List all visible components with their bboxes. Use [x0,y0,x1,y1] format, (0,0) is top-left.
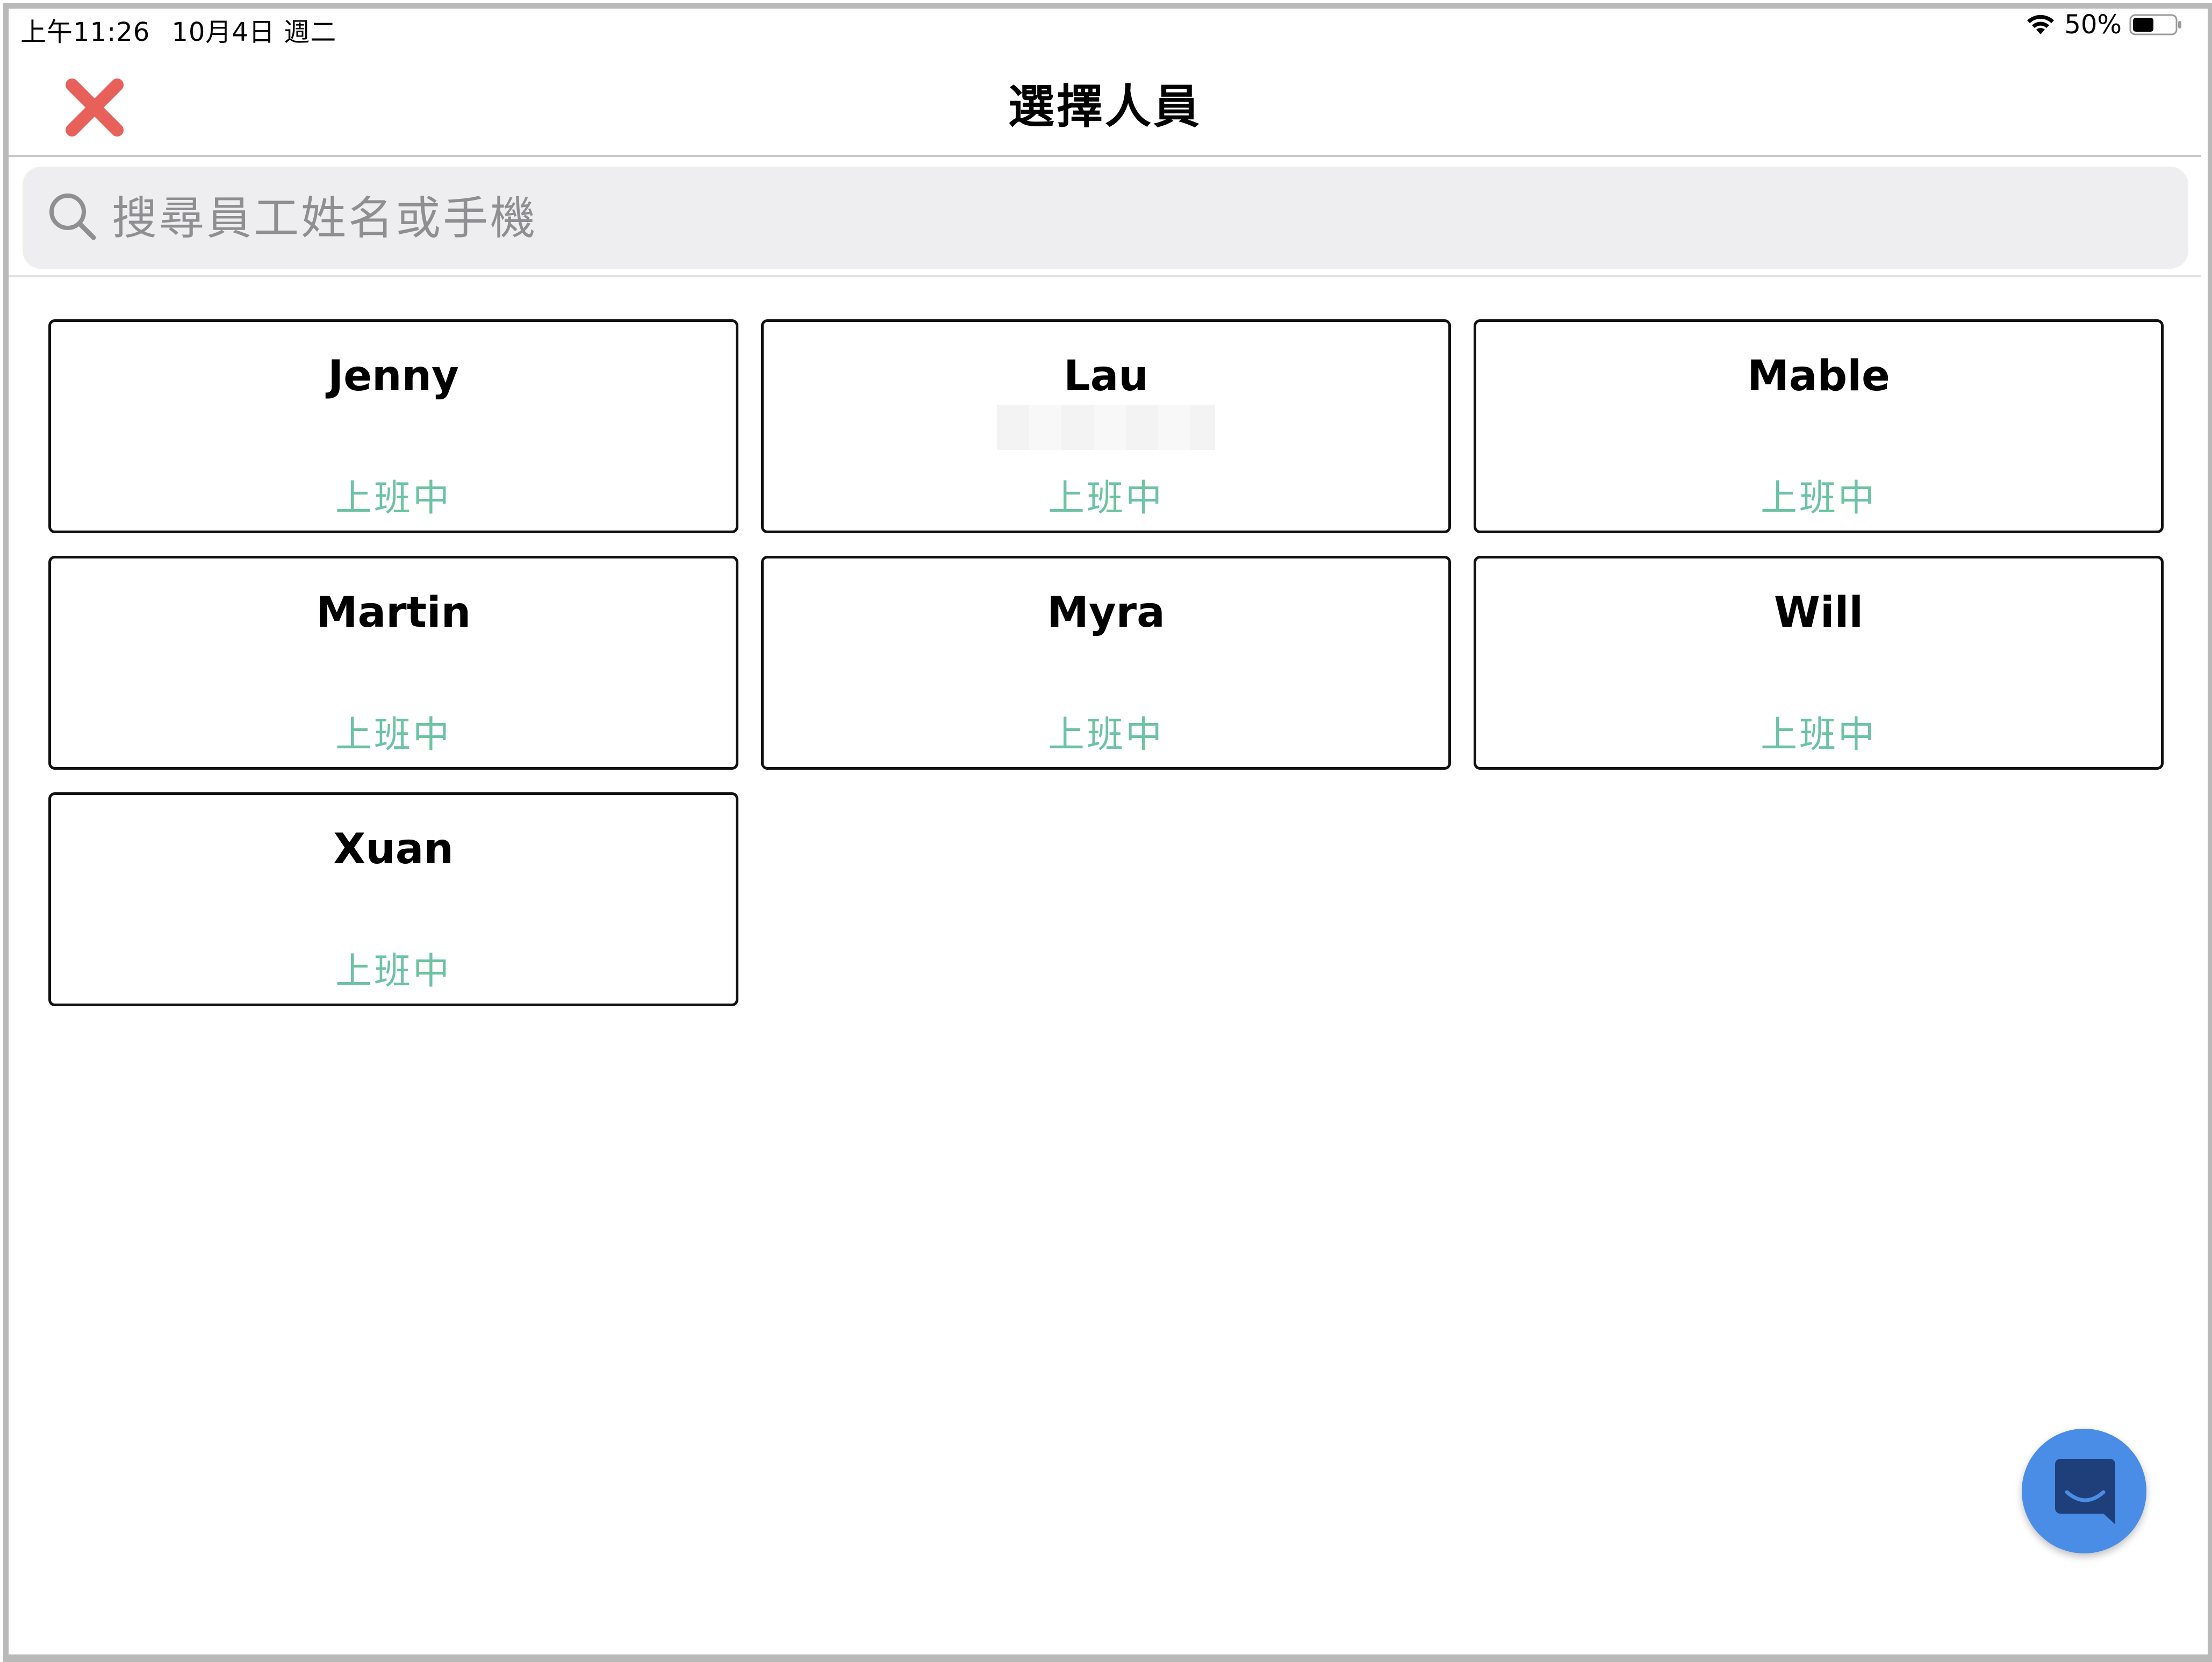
staff-status: 上班中 [1760,714,1877,756]
staff-status: 上班中 [1760,477,1877,520]
chat-icon [2055,1459,2115,1524]
wifi-icon [2027,15,2055,34]
chat-button[interactable] [2022,1429,2146,1553]
staff-card-myra[interactable]: Myra 上班中 [761,556,1451,770]
status-bar: 上午11:26 10月4日 週二 50% [15,6,2186,47]
staff-grid: Jenny 上班中 Lau 上班中 Mable 上班中 Martin 上班中 M… [48,319,2165,1006]
battery-percent: 50% [2064,10,2122,40]
nav-bar: 選擇人員 [9,44,2201,157]
battery-icon [2129,14,2181,35]
staff-name: Xuan [333,825,454,873]
search-bar [9,157,2201,277]
status-indicators: 50% [2024,10,2183,40]
staff-card-xuan[interactable]: Xuan 上班中 [48,792,738,1006]
search-box[interactable] [23,167,2188,269]
staff-status: 上班中 [335,950,451,993]
staff-name: Will [1773,589,1864,637]
staff-card-will[interactable]: Will 上班中 [1474,556,2164,770]
staff-card-mable[interactable]: Mable 上班中 [1474,319,2164,533]
staff-name: Lau [1064,352,1148,400]
search-input[interactable] [111,177,2166,259]
redacted-subtext [997,405,1215,450]
search-icon [49,194,96,240]
staff-status: 上班中 [1047,714,1164,756]
status-time: 上午11:26 [20,17,150,47]
staff-card-lau[interactable]: Lau 上班中 [761,319,1451,533]
status-date: 10月4日 週二 [171,17,337,47]
staff-card-martin[interactable]: Martin 上班中 [48,556,738,770]
page-title: 選擇人員 [1008,80,1202,134]
staff-status: 上班中 [335,477,451,520]
staff-card-jenny[interactable]: Jenny 上班中 [48,319,738,533]
staff-name: Martin [315,589,471,637]
staff-status: 上班中 [335,714,451,756]
status-time-date: 上午11:26 10月4日 週二 [20,11,336,48]
staff-name: Mable [1747,352,1890,400]
staff-status: 上班中 [1047,477,1164,520]
staff-name: Myra [1047,589,1165,637]
staff-name: Jenny [328,352,459,400]
